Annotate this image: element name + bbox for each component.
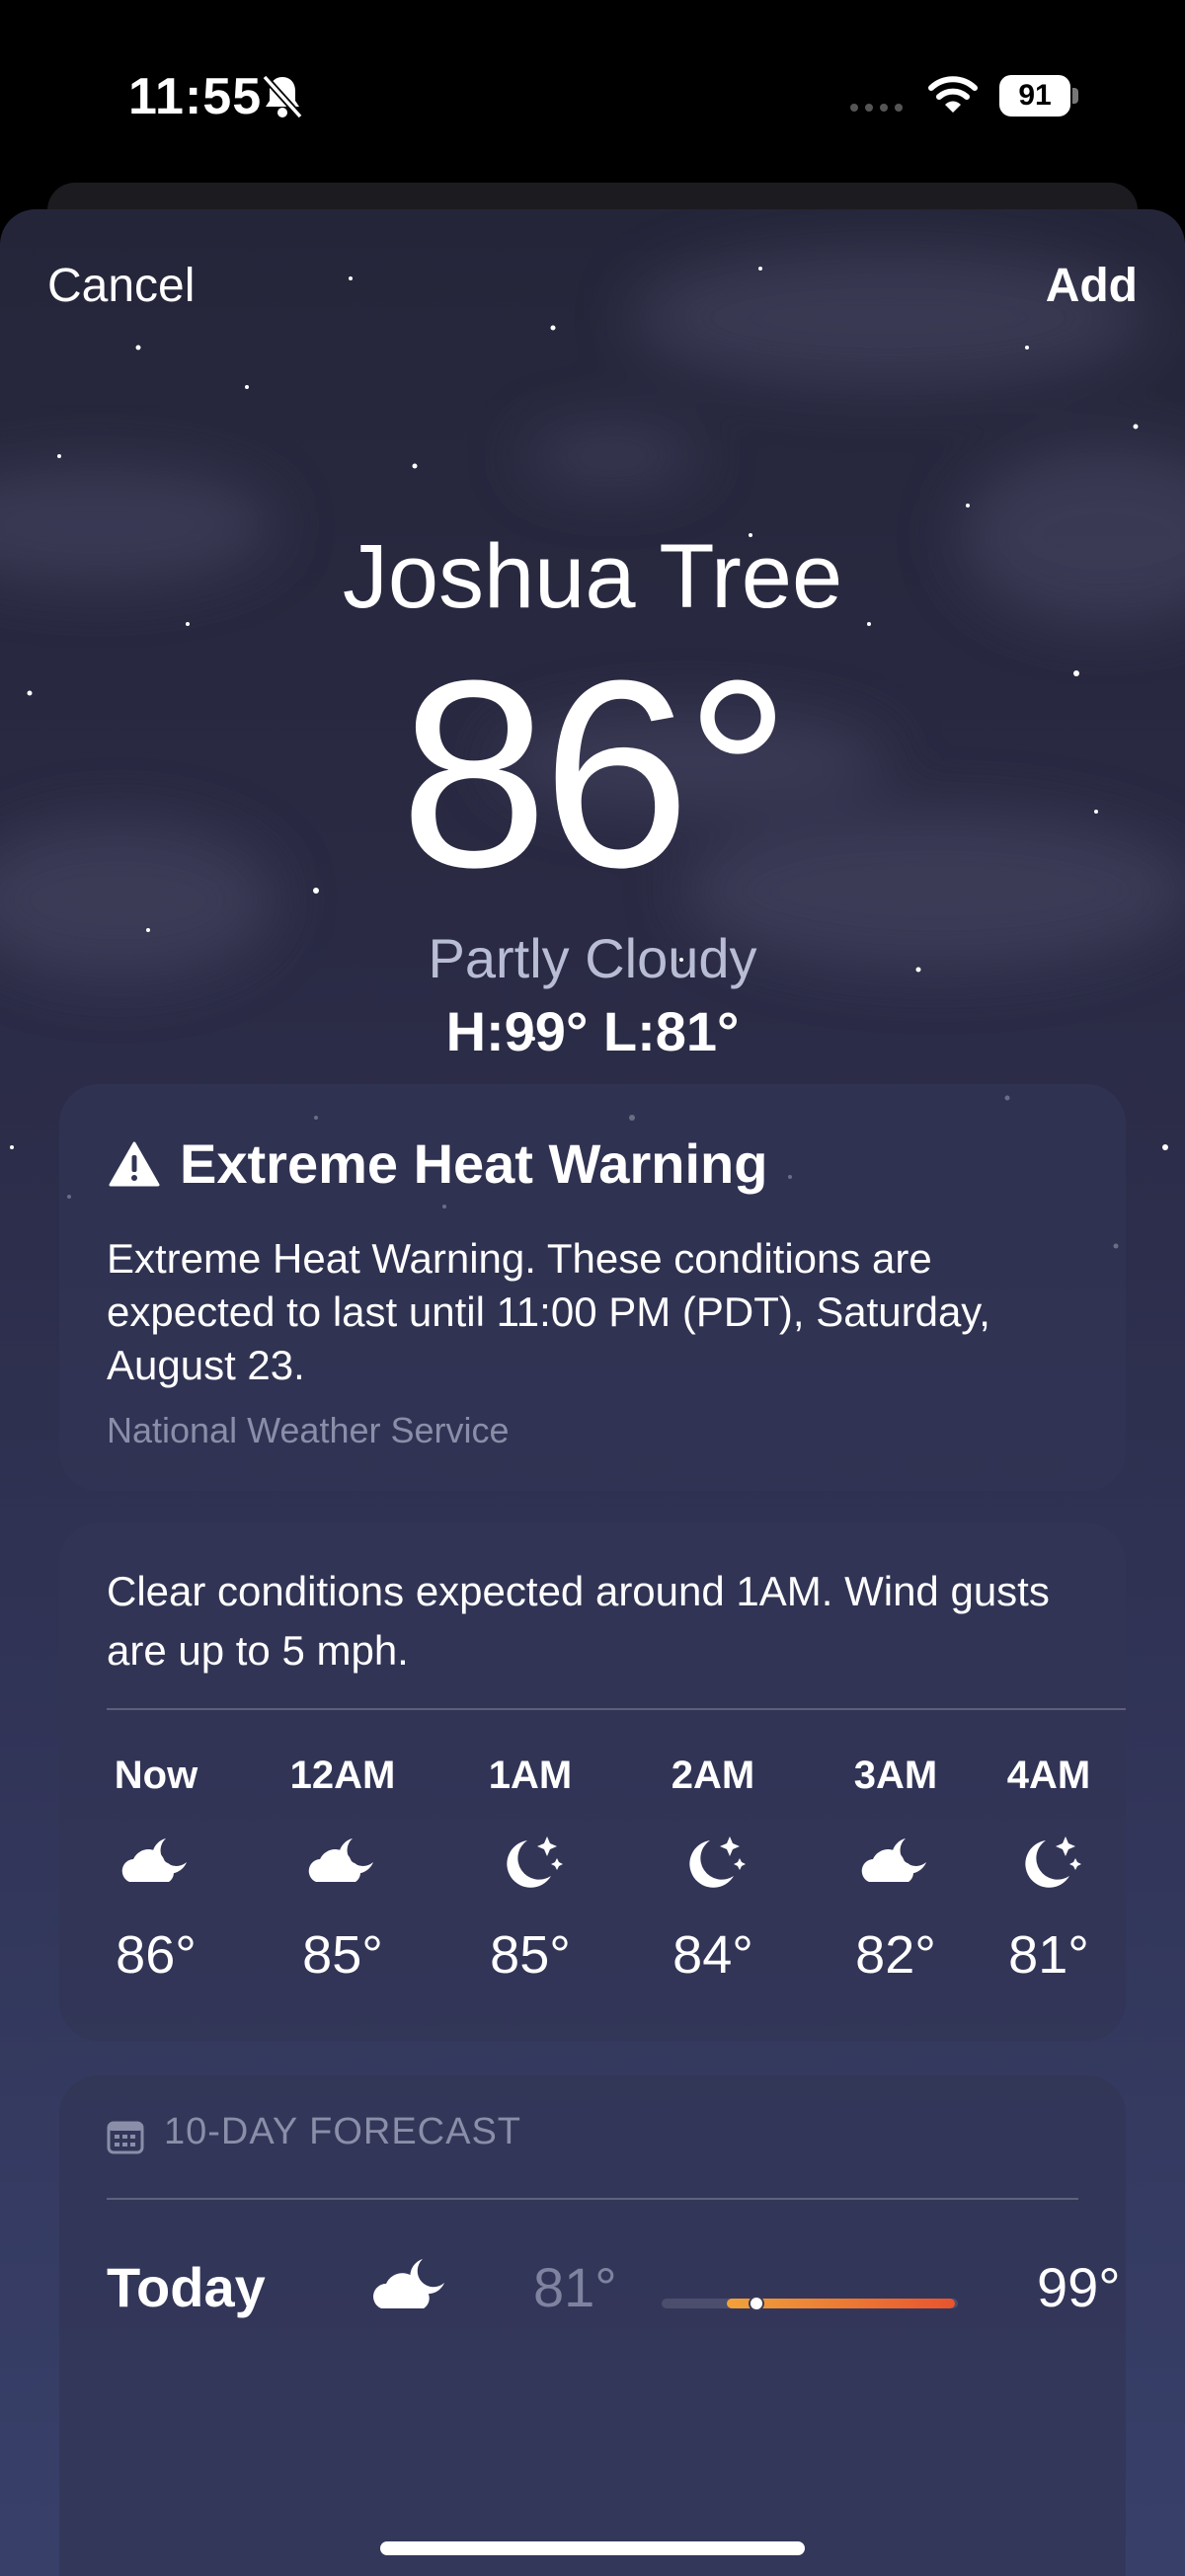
forecast-day: Today — [107, 2256, 266, 2318]
status-bar: 11:55 91 — [0, 0, 1185, 188]
hour-item: 2AM 84° — [639, 1748, 787, 1986]
hour-item: 12AM 85° — [269, 1748, 417, 1986]
hourly-strip[interactable]: Now 86° 12AM 85° 1AM 85° 2AM 84° 3AM 82°… — [59, 1748, 1126, 2024]
partly-cloudy-night-icon — [373, 2259, 444, 2308]
condition-text: Partly Cloudy — [428, 927, 757, 989]
alert-title: Extreme Heat Warning — [180, 1132, 768, 1195]
hour-temp: 85° — [302, 1925, 383, 1985]
heat-warning-card[interactable]: Extreme Heat Warning Extreme Heat Warnin… — [59, 1084, 1126, 1491]
divider — [107, 2198, 1078, 2200]
battery-level: 91 — [1018, 79, 1052, 112]
hour-item: 3AM 82° — [822, 1748, 970, 1986]
hour-temp: 82° — [855, 1925, 936, 1985]
warning-triangle-icon — [109, 1141, 160, 1187]
hourly-summary: Clear conditions expected around 1AM. Wi… — [107, 1568, 1050, 1674]
home-indicator[interactable] — [380, 2541, 805, 2555]
moon-stars-icon — [689, 1836, 746, 1888]
hour-label: 3AM — [853, 1754, 938, 1797]
moon-stars-icon — [507, 1836, 563, 1888]
hour-temp: 86° — [116, 1925, 197, 1985]
hour-label: Now — [114, 1754, 198, 1797]
hour-label: 2AM — [671, 1754, 755, 1797]
temperature-range-bar — [662, 2296, 958, 2311]
hour-item: 1AM 85° — [456, 1748, 604, 1986]
signal-dots-icon — [850, 104, 903, 112]
partly-cloudy-night-icon — [861, 1838, 926, 1882]
hour-item: 4AM 81° — [975, 1748, 1123, 1986]
current-temperature: 86° — [399, 626, 791, 923]
high-low-text: H:99° L:81° — [445, 1000, 740, 1062]
current-temp-dot — [749, 2296, 764, 2311]
add-button[interactable]: Add — [1046, 259, 1138, 313]
hourly-forecast-card[interactable]: Clear conditions expected around 1AM. Wi… — [59, 1522, 1126, 2041]
alert-source: National Weather Service — [107, 1410, 510, 1450]
hour-item: Now 86° — [82, 1748, 230, 1986]
hour-label: 12AM — [289, 1754, 396, 1797]
wifi-icon — [928, 76, 978, 113]
calendar-icon — [107, 2121, 144, 2154]
partly-cloudy-night-icon — [308, 1838, 373, 1882]
hour-label: 1AM — [488, 1754, 573, 1797]
divider — [107, 1708, 1126, 1710]
hour-temp: 85° — [490, 1925, 571, 1985]
forecast-low: 81° — [533, 2256, 617, 2318]
partly-cloudy-night-icon — [121, 1838, 187, 1882]
cancel-button[interactable]: Cancel — [47, 259, 195, 313]
hour-label: 4AM — [1006, 1754, 1091, 1797]
forecast-header: 10-DAY FORECAST — [164, 2111, 522, 2152]
status-time: 11:55 — [128, 68, 263, 125]
alert-text: Extreme Heat Warning. These conditions a… — [107, 1235, 990, 1388]
forecast-high: 99° — [1037, 2256, 1121, 2318]
battery-indicator: 91 — [999, 75, 1080, 117]
ten-day-forecast-card[interactable]: 10-DAY FORECAST Today 81° 99° — [59, 2075, 1126, 2576]
city-name: Joshua Tree — [342, 526, 843, 627]
hour-temp: 81° — [1008, 1925, 1089, 1985]
silent-bell-icon — [262, 74, 303, 119]
hour-temp: 84° — [672, 1925, 753, 1985]
moon-stars-icon — [1025, 1836, 1081, 1888]
